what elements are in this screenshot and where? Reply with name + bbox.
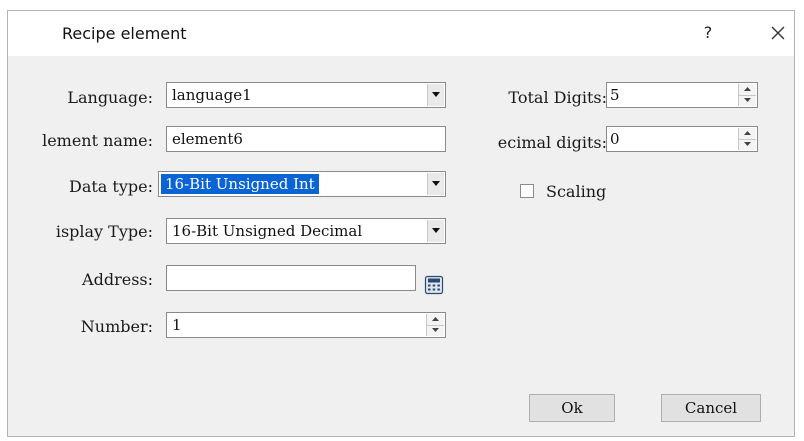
data-type-dropdown-button[interactable] [427, 173, 444, 195]
data-type-value: 16-Bit Unsigned Int [161, 174, 319, 194]
total-digits-value: 5 [610, 86, 620, 104]
decimal-digits-value: 0 [610, 130, 620, 148]
recipe-element-dialog: Recipe element ? Language: lement name: … [7, 10, 795, 437]
total-digits-spin-buttons[interactable] [738, 84, 756, 106]
dropdown-arrow-icon [432, 92, 440, 97]
close-icon [771, 26, 785, 40]
display-type-label: isplay Type: [55, 222, 153, 241]
spin-down-icon [432, 328, 439, 332]
close-button[interactable] [764, 19, 792, 47]
spin-up-icon [432, 317, 439, 321]
number-spin-down[interactable] [427, 325, 444, 336]
element-name-input[interactable]: element6 [166, 126, 446, 152]
spin-down-icon [744, 98, 751, 102]
number-value: 1 [172, 316, 182, 334]
decimal-digits-label: ecimal digits: [497, 133, 607, 152]
number-label: Number: [80, 317, 153, 336]
decimal-digits-spin-down[interactable] [739, 139, 756, 150]
spin-down-icon [744, 142, 751, 146]
data-type-select[interactable]: 16-Bit Unsigned Int [158, 171, 446, 197]
help-button[interactable]: ? [696, 21, 720, 45]
display-type-value: 16-Bit Unsigned Decimal [172, 222, 363, 240]
display-type-dropdown-button[interactable] [427, 220, 444, 242]
decimal-digits-spin-buttons[interactable] [738, 128, 756, 150]
total-digits-spinbox[interactable]: 5 [606, 82, 758, 108]
calculator-icon[interactable] [424, 275, 444, 295]
scaling-checkbox[interactable] [520, 184, 534, 198]
spin-up-icon [744, 87, 751, 91]
cancel-button[interactable]: Cancel [661, 394, 761, 422]
language-dropdown-button[interactable] [427, 84, 444, 106]
element-name-label: lement name: [42, 131, 153, 150]
ok-button[interactable]: Ok [529, 394, 615, 422]
total-digits-label: Total Digits: [508, 88, 607, 107]
scaling-label[interactable]: Scaling [546, 182, 606, 201]
address-input[interactable] [166, 265, 416, 291]
data-type-label: Data type: [69, 177, 153, 196]
number-spinbox[interactable]: 1 [166, 312, 446, 338]
display-type-select[interactable]: 16-Bit Unsigned Decimal [166, 218, 446, 244]
language-value: language1 [172, 86, 252, 104]
dropdown-arrow-icon [432, 228, 440, 233]
total-digits-spin-down[interactable] [739, 95, 756, 106]
number-spin-buttons[interactable] [426, 314, 444, 336]
language-label: Language: [67, 88, 153, 107]
dialog-title: Recipe element [62, 24, 187, 43]
title-bar: Recipe element ? [8, 11, 794, 56]
spin-up-icon [744, 131, 751, 135]
address-label: Address: [82, 270, 153, 289]
language-select[interactable]: language1 [166, 82, 446, 108]
element-name-value: element6 [172, 130, 243, 148]
decimal-digits-spinbox[interactable]: 0 [606, 126, 758, 152]
dropdown-arrow-icon [432, 181, 440, 186]
